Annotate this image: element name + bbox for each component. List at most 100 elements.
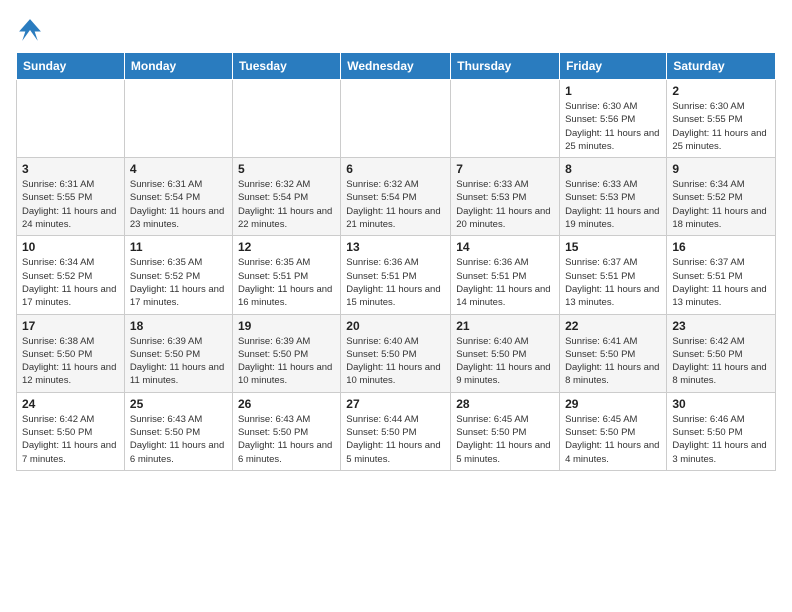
calendar-cell: 2 Sunrise: 6:30 AM Sunset: 5:55 PM Daylig… — [667, 80, 776, 158]
calendar-cell: 8 Sunrise: 6:33 AM Sunset: 5:53 PM Daylig… — [560, 158, 667, 236]
calendar-week-row: 17 Sunrise: 6:38 AM Sunset: 5:50 PM Dayli… — [17, 314, 776, 392]
day-info: Sunrise: 6:40 AM Sunset: 5:50 PM Dayligh… — [456, 335, 554, 388]
day-number: 5 — [238, 162, 335, 176]
calendar-cell: 17 Sunrise: 6:38 AM Sunset: 5:50 PM Dayli… — [17, 314, 125, 392]
calendar-week-row: 10 Sunrise: 6:34 AM Sunset: 5:52 PM Dayli… — [17, 236, 776, 314]
day-number: 13 — [346, 240, 445, 254]
day-info: Sunrise: 6:30 AM Sunset: 5:55 PM Dayligh… — [672, 100, 770, 153]
day-info: Sunrise: 6:46 AM Sunset: 5:50 PM Dayligh… — [672, 413, 770, 466]
day-number: 17 — [22, 319, 119, 333]
calendar-cell: 18Sunrise: 6:39 AM Sunset: 5:50 PM Dayli… — [124, 314, 232, 392]
day-number: 2 — [672, 84, 770, 98]
day-info: Sunrise: 6:32 AM Sunset: 5:54 PM Dayligh… — [346, 178, 445, 231]
logo-icon — [16, 16, 44, 44]
day-number: 3 — [22, 162, 119, 176]
calendar-cell: 10 Sunrise: 6:34 AM Sunset: 5:52 PM Dayli… — [17, 236, 125, 314]
weekday-header-friday: Friday — [560, 53, 667, 80]
day-number: 20 — [346, 319, 445, 333]
logo — [16, 16, 48, 44]
day-info: Sunrise: 6:32 AM Sunset: 5:54 PM Dayligh… — [238, 178, 335, 231]
calendar-cell: 23 Sunrise: 6:42 AM Sunset: 5:50 PM Dayli… — [667, 314, 776, 392]
day-info: Sunrise: 6:37 AM Sunset: 5:51 PM Dayligh… — [672, 256, 770, 309]
day-number: 19 — [238, 319, 335, 333]
day-number: 12 — [238, 240, 335, 254]
day-number: 14 — [456, 240, 554, 254]
day-number: 7 — [456, 162, 554, 176]
calendar-cell: 9 Sunrise: 6:34 AM Sunset: 5:52 PM Daylig… — [667, 158, 776, 236]
calendar-cell: 12 Sunrise: 6:35 AM Sunset: 5:51 PM Dayli… — [232, 236, 340, 314]
day-number: 16 — [672, 240, 770, 254]
day-number: 8 — [565, 162, 661, 176]
calendar-header-row: SundayMondayTuesdayWednesdayThursdayFrid… — [17, 53, 776, 80]
day-number: 10 — [22, 240, 119, 254]
day-info: Sunrise: 6:42 AM Sunset: 5:50 PM Dayligh… — [672, 335, 770, 388]
day-info: Sunrise: 6:36 AM Sunset: 5:51 PM Dayligh… — [346, 256, 445, 309]
day-number: 11 — [130, 240, 227, 254]
day-number: 26 — [238, 397, 335, 411]
day-number: 6 — [346, 162, 445, 176]
weekday-header-monday: Monday — [124, 53, 232, 80]
day-info: Sunrise: 6:38 AM Sunset: 5:50 PM Dayligh… — [22, 335, 119, 388]
calendar-cell: 4Sunrise: 6:31 AM Sunset: 5:54 PM Daylig… — [124, 158, 232, 236]
calendar-cell: 14Sunrise: 6:36 AM Sunset: 5:51 PM Dayli… — [451, 236, 560, 314]
calendar-cell: 11 Sunrise: 6:35 AM Sunset: 5:52 PM Dayli… — [124, 236, 232, 314]
day-info: Sunrise: 6:35 AM Sunset: 5:51 PM Dayligh… — [238, 256, 335, 309]
day-number: 22 — [565, 319, 661, 333]
weekday-header-thursday: Thursday — [451, 53, 560, 80]
calendar-cell: 16 Sunrise: 6:37 AM Sunset: 5:51 PM Dayli… — [667, 236, 776, 314]
day-info: Sunrise: 6:33 AM Sunset: 5:53 PM Dayligh… — [565, 178, 661, 231]
calendar-week-row: 1Sunrise: 6:30 AM Sunset: 5:56 PM Daylig… — [17, 80, 776, 158]
calendar-cell — [124, 80, 232, 158]
calendar-cell — [17, 80, 125, 158]
day-number: 27 — [346, 397, 445, 411]
day-info: Sunrise: 6:34 AM Sunset: 5:52 PM Dayligh… — [22, 256, 119, 309]
calendar-cell — [451, 80, 560, 158]
calendar-cell: 19 Sunrise: 6:39 AM Sunset: 5:50 PM Dayli… — [232, 314, 340, 392]
weekday-header-wednesday: Wednesday — [341, 53, 451, 80]
day-info: Sunrise: 6:39 AM Sunset: 5:50 PM Dayligh… — [238, 335, 335, 388]
calendar-table: SundayMondayTuesdayWednesdayThursdayFrid… — [16, 52, 776, 471]
calendar-cell: 3 Sunrise: 6:31 AM Sunset: 5:55 PM Daylig… — [17, 158, 125, 236]
calendar-cell: 7 Sunrise: 6:33 AM Sunset: 5:53 PM Daylig… — [451, 158, 560, 236]
day-number: 28 — [456, 397, 554, 411]
calendar-cell: 30 Sunrise: 6:46 AM Sunset: 5:50 PM Dayli… — [667, 392, 776, 470]
day-number: 30 — [672, 397, 770, 411]
day-info: Sunrise: 6:45 AM Sunset: 5:50 PM Dayligh… — [565, 413, 661, 466]
day-info: Sunrise: 6:41 AM Sunset: 5:50 PM Dayligh… — [565, 335, 661, 388]
calendar-cell: 13 Sunrise: 6:36 AM Sunset: 5:51 PM Dayli… — [341, 236, 451, 314]
day-number: 15 — [565, 240, 661, 254]
calendar-cell: 20 Sunrise: 6:40 AM Sunset: 5:50 PM Dayli… — [341, 314, 451, 392]
day-info: Sunrise: 6:37 AM Sunset: 5:51 PM Dayligh… — [565, 256, 661, 309]
calendar-cell — [232, 80, 340, 158]
day-number: 25 — [130, 397, 227, 411]
weekday-header-tuesday: Tuesday — [232, 53, 340, 80]
calendar-week-row: 3 Sunrise: 6:31 AM Sunset: 5:55 PM Daylig… — [17, 158, 776, 236]
day-info: Sunrise: 6:35 AM Sunset: 5:52 PM Dayligh… — [130, 256, 227, 309]
day-info: Sunrise: 6:31 AM Sunset: 5:54 PM Dayligh… — [130, 178, 227, 231]
day-info: Sunrise: 6:44 AM Sunset: 5:50 PM Dayligh… — [346, 413, 445, 466]
weekday-header-saturday: Saturday — [667, 53, 776, 80]
calendar-cell: 26 Sunrise: 6:43 AM Sunset: 5:50 PM Dayli… — [232, 392, 340, 470]
calendar-week-row: 24 Sunrise: 6:42 AM Sunset: 5:50 PM Dayli… — [17, 392, 776, 470]
day-info: Sunrise: 6:33 AM Sunset: 5:53 PM Dayligh… — [456, 178, 554, 231]
day-info: Sunrise: 6:40 AM Sunset: 5:50 PM Dayligh… — [346, 335, 445, 388]
day-info: Sunrise: 6:39 AM Sunset: 5:50 PM Dayligh… — [130, 335, 227, 388]
day-number: 23 — [672, 319, 770, 333]
day-number: 21 — [456, 319, 554, 333]
day-info: Sunrise: 6:34 AM Sunset: 5:52 PM Dayligh… — [672, 178, 770, 231]
day-number: 9 — [672, 162, 770, 176]
calendar-cell: 29Sunrise: 6:45 AM Sunset: 5:50 PM Dayli… — [560, 392, 667, 470]
weekday-header-sunday: Sunday — [17, 53, 125, 80]
calendar-cell: 15 Sunrise: 6:37 AM Sunset: 5:51 PM Dayli… — [560, 236, 667, 314]
day-info: Sunrise: 6:43 AM Sunset: 5:50 PM Dayligh… — [238, 413, 335, 466]
day-info: Sunrise: 6:31 AM Sunset: 5:55 PM Dayligh… — [22, 178, 119, 231]
day-number: 1 — [565, 84, 661, 98]
calendar-cell: 25 Sunrise: 6:43 AM Sunset: 5:50 PM Dayli… — [124, 392, 232, 470]
calendar-cell: 6 Sunrise: 6:32 AM Sunset: 5:54 PM Daylig… — [341, 158, 451, 236]
day-info: Sunrise: 6:42 AM Sunset: 5:50 PM Dayligh… — [22, 413, 119, 466]
calendar-cell: 27 Sunrise: 6:44 AM Sunset: 5:50 PM Dayli… — [341, 392, 451, 470]
day-number: 24 — [22, 397, 119, 411]
calendar-cell: 22 Sunrise: 6:41 AM Sunset: 5:50 PM Dayli… — [560, 314, 667, 392]
calendar-cell: 5 Sunrise: 6:32 AM Sunset: 5:54 PM Daylig… — [232, 158, 340, 236]
day-info: Sunrise: 6:43 AM Sunset: 5:50 PM Dayligh… — [130, 413, 227, 466]
